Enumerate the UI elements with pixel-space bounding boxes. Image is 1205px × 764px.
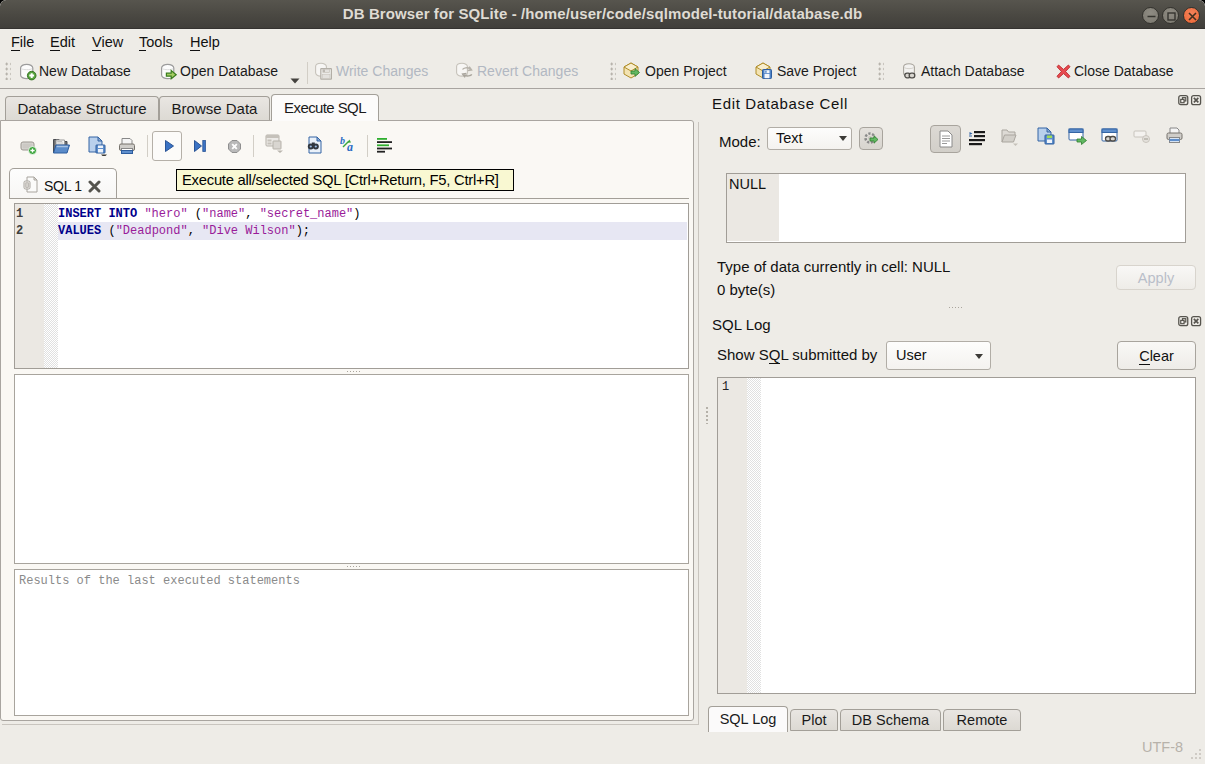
svg-text:b: b <box>340 136 345 146</box>
